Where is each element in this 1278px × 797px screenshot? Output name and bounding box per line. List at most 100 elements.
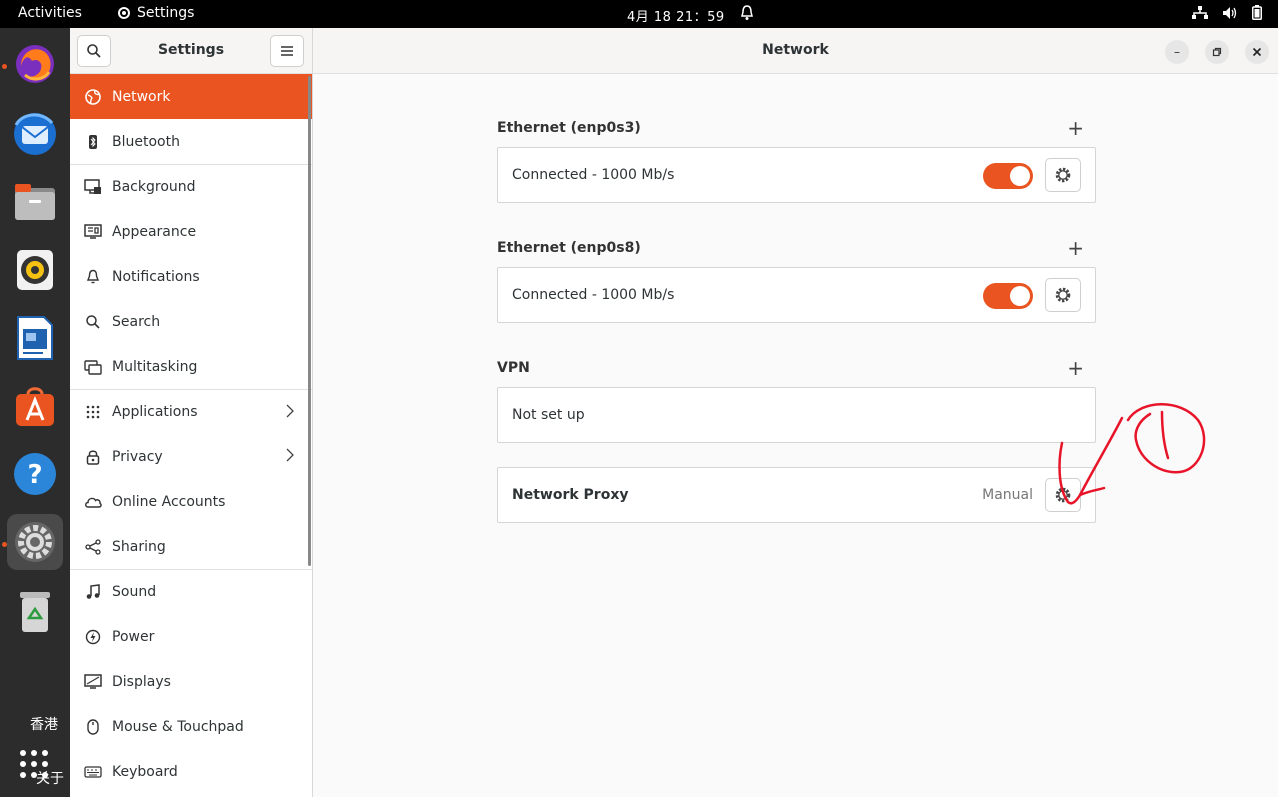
- system-tray[interactable]: [1192, 5, 1262, 20]
- sidebar-item-sharing[interactable]: Sharing: [70, 524, 312, 569]
- sidebar-item-mouse[interactable]: Mouse & Touchpad: [70, 704, 312, 749]
- ethernet-toggle[interactable]: [983, 283, 1033, 309]
- minimize-button[interactable]: –: [1165, 40, 1189, 64]
- section-title: Ethernet (enp0s3): [497, 120, 641, 136]
- sidebar-item-network[interactable]: Network: [70, 74, 312, 119]
- sidebar-header: Settings: [70, 28, 312, 74]
- proxy-settings-button[interactable]: [1045, 478, 1081, 512]
- keyboard-icon: [84, 763, 102, 781]
- search-icon: [84, 313, 102, 331]
- dock-text: 香港: [30, 717, 58, 733]
- sidebar-item-label: Bluetooth: [112, 133, 180, 150]
- ethernet-section-header: Ethernet (enp0s3) +: [497, 114, 1096, 144]
- power-icon: [84, 628, 102, 646]
- software-icon[interactable]: [7, 378, 63, 434]
- sidebar-item-applications[interactable]: Applications: [70, 389, 312, 434]
- settings-sidebar: Settings Network Bluetooth Background Ap…: [70, 28, 313, 797]
- sidebar-item-power[interactable]: Power: [70, 614, 312, 659]
- settings-icon[interactable]: [7, 514, 63, 570]
- sidebar-item-label: Online Accounts: [112, 493, 226, 510]
- rhythmbox-icon[interactable]: [7, 242, 63, 298]
- ethernet-toggle[interactable]: [983, 163, 1033, 189]
- ethernet-section-header: Ethernet (enp0s8) +: [497, 234, 1096, 264]
- sidebar-item-label: Displays: [112, 673, 171, 690]
- background-icon: [84, 178, 102, 196]
- sidebar-item-bluetooth[interactable]: Bluetooth: [70, 119, 312, 164]
- sidebar-item-sound[interactable]: Sound: [70, 569, 312, 614]
- app-name: Settings: [137, 5, 195, 21]
- help-icon[interactable]: ?: [7, 446, 63, 502]
- thunderbird-icon[interactable]: [7, 106, 63, 162]
- trash-icon[interactable]: [7, 584, 63, 640]
- panel-header: Network –: [313, 28, 1278, 74]
- sidebar-item-multitasking[interactable]: Multitasking: [70, 344, 312, 389]
- firefox-icon[interactable]: [7, 36, 63, 92]
- ethernet-row: Connected - 1000 Mb/s: [497, 267, 1096, 323]
- add-connection-button[interactable]: +: [1067, 236, 1084, 260]
- maximize-button[interactable]: [1205, 40, 1229, 64]
- section-title: VPN: [497, 360, 530, 376]
- section-title: Ethernet (enp0s8): [497, 240, 641, 256]
- lock-icon: [84, 448, 102, 466]
- sidebar-item-notifications[interactable]: Notifications: [70, 254, 312, 299]
- sidebar-item-keyboard[interactable]: Keyboard: [70, 749, 312, 794]
- ethernet-settings-button[interactable]: [1045, 158, 1081, 192]
- vpn-section-header: VPN +: [497, 354, 1096, 384]
- sidebar-item-label: Search: [112, 313, 161, 330]
- toggle-knob: [1010, 286, 1030, 306]
- bell-icon: [740, 5, 754, 25]
- cloud-icon: [84, 493, 102, 511]
- close-button[interactable]: [1245, 40, 1269, 64]
- sidebar-item-label: Keyboard: [112, 763, 178, 780]
- activities-button[interactable]: Activities: [18, 5, 82, 21]
- minimize-icon: –: [1174, 45, 1180, 59]
- appearance-icon: [84, 223, 102, 241]
- gear-icon: [1055, 167, 1071, 183]
- sidebar-item-label: Notifications: [112, 268, 200, 285]
- sidebar-item-label: Appearance: [112, 223, 197, 240]
- files-icon[interactable]: [7, 174, 63, 230]
- sidebar-item-background[interactable]: Background: [70, 164, 312, 209]
- chevron-right-icon: [286, 448, 294, 466]
- network-proxy-row[interactable]: Network Proxy Manual: [497, 467, 1096, 523]
- vpn-row: Not set up: [497, 387, 1096, 443]
- menu-button[interactable]: [270, 35, 304, 67]
- volume-icon: [1223, 6, 1237, 19]
- bell-icon: [84, 268, 102, 286]
- vpn-status: Not set up: [512, 407, 585, 423]
- sidebar-item-label: Power: [112, 628, 155, 645]
- music-icon: [84, 583, 102, 601]
- svg-text:?: ?: [27, 460, 42, 490]
- close-icon: [1252, 47, 1262, 57]
- add-connection-button[interactable]: +: [1067, 116, 1084, 140]
- sidebar-item-label: Applications: [112, 404, 198, 420]
- sidebar-item-label: Sharing: [112, 538, 166, 555]
- writer-icon[interactable]: [7, 310, 63, 366]
- add-vpn-button[interactable]: +: [1067, 356, 1084, 380]
- share-icon: [84, 538, 102, 556]
- proxy-status: Manual: [982, 487, 1033, 503]
- bluetooth-icon: [84, 133, 102, 151]
- ethernet-row: Connected - 1000 Mb/s: [497, 147, 1096, 203]
- dock: ? 香港 关于: [0, 28, 70, 797]
- multitasking-icon: [84, 358, 102, 376]
- sidebar-item-label: Sound: [112, 584, 157, 600]
- clock[interactable]: 4月 18 21：59: [627, 6, 725, 25]
- battery-icon: [1252, 5, 1262, 20]
- sidebar-item-privacy[interactable]: Privacy: [70, 434, 312, 479]
- ethernet-settings-button[interactable]: [1045, 278, 1081, 312]
- show-apps-button[interactable]: [20, 750, 48, 778]
- sidebar-scrollbar[interactable]: [308, 76, 311, 566]
- network-panel: Network – Ethernet (enp0s3) + Connected …: [313, 28, 1278, 797]
- sidebar-item-online-accounts[interactable]: Online Accounts: [70, 479, 312, 524]
- toggle-knob: [1010, 166, 1030, 186]
- app-menu[interactable]: Settings: [116, 5, 194, 21]
- gear-icon: [1055, 487, 1071, 503]
- sidebar-item-appearance[interactable]: Appearance: [70, 209, 312, 254]
- sidebar-item-label: Network: [112, 88, 171, 105]
- chevron-right-icon: [286, 404, 294, 422]
- connection-status: Connected - 1000 Mb/s: [512, 287, 675, 303]
- sidebar-item-displays[interactable]: Displays: [70, 659, 312, 704]
- sidebar-item-search[interactable]: Search: [70, 299, 312, 344]
- restore-icon: [1212, 47, 1222, 57]
